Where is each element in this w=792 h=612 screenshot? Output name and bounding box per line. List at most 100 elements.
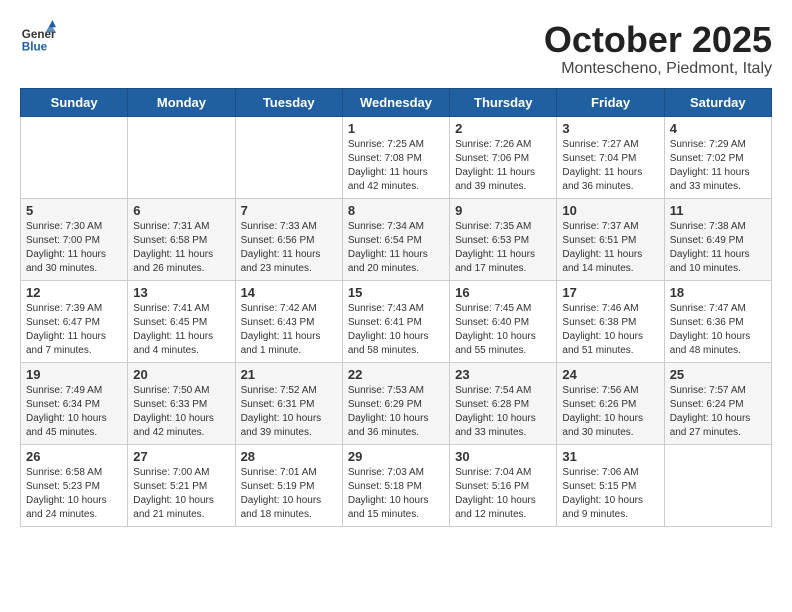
calendar-cell <box>21 116 128 198</box>
day-number: 13 <box>133 285 229 300</box>
day-info: Sunrise: 7:38 AM Sunset: 6:49 PM Dayligh… <box>670 220 766 276</box>
day-number: 30 <box>455 449 551 464</box>
calendar-cell: 2Sunrise: 7:26 AM Sunset: 7:06 PM Daylig… <box>450 116 557 198</box>
logo: General Blue <box>20 20 60 56</box>
calendar-week-row: 12 Sunrise: 7:39 AM Sunset: 6:47 PM Dayli… <box>21 280 772 362</box>
calendar-table: SundayMondayTuesdayWednesdayThursdayFrid… <box>20 88 772 527</box>
day-number: 22 <box>348 367 444 382</box>
calendar-cell: 29 Sunrise: 7:03 AM Sunset: 5:18 PM Dayli… <box>342 444 449 526</box>
day-info: Sunrise: 7:06 AM Sunset: 5:15 PM Dayligh… <box>562 466 658 522</box>
day-number: 27 <box>133 449 229 464</box>
day-info: Sunrise: 7:01 AM Sunset: 5:19 PM Dayligh… <box>241 466 337 522</box>
calendar-week-row: 5Sunrise: 7:30 AM Sunset: 7:00 PM Daylig… <box>21 198 772 280</box>
day-number: 15 <box>348 285 444 300</box>
day-info: Sunrise: 7:47 AM Sunset: 6:36 PM Dayligh… <box>670 302 766 358</box>
day-number: 29 <box>348 449 444 464</box>
day-number: 24 <box>562 367 658 382</box>
day-number: 7 <box>241 203 337 218</box>
day-header-tuesday: Tuesday <box>235 88 342 116</box>
day-info: Sunrise: 7:00 AM Sunset: 5:21 PM Dayligh… <box>133 466 229 522</box>
calendar-cell <box>128 116 235 198</box>
day-number: 9 <box>455 203 551 218</box>
day-info: Sunrise: 7:52 AM Sunset: 6:31 PM Dayligh… <box>241 384 337 440</box>
calendar-week-row: 19Sunrise: 7:49 AM Sunset: 6:34 PM Dayli… <box>21 362 772 444</box>
day-number: 5 <box>26 203 122 218</box>
day-header-thursday: Thursday <box>450 88 557 116</box>
calendar-cell: 7 Sunrise: 7:33 AM Sunset: 6:56 PM Daylig… <box>235 198 342 280</box>
calendar-cell: 10Sunrise: 7:37 AM Sunset: 6:51 PM Dayli… <box>557 198 664 280</box>
day-number: 18 <box>670 285 766 300</box>
day-number: 1 <box>348 121 444 136</box>
day-number: 17 <box>562 285 658 300</box>
day-info: Sunrise: 7:53 AM Sunset: 6:29 PM Dayligh… <box>348 384 444 440</box>
title-block: October 2025 Montescheno, Piedmont, Ital… <box>544 20 772 78</box>
calendar-cell: 25 Sunrise: 7:57 AM Sunset: 6:24 PM Dayli… <box>664 362 771 444</box>
calendar-cell: 4Sunrise: 7:29 AM Sunset: 7:02 PM Daylig… <box>664 116 771 198</box>
calendar-cell: 16 Sunrise: 7:45 AM Sunset: 6:40 PM Dayli… <box>450 280 557 362</box>
day-info: Sunrise: 7:49 AM Sunset: 6:34 PM Dayligh… <box>26 384 122 440</box>
logo-icon: General Blue <box>20 20 56 56</box>
calendar-cell: 17Sunrise: 7:46 AM Sunset: 6:38 PM Dayli… <box>557 280 664 362</box>
calendar-cell: 15 Sunrise: 7:43 AM Sunset: 6:41 PM Dayli… <box>342 280 449 362</box>
calendar-cell: 14Sunrise: 7:42 AM Sunset: 6:43 PM Dayli… <box>235 280 342 362</box>
day-info: Sunrise: 7:33 AM Sunset: 6:56 PM Dayligh… <box>241 220 337 276</box>
calendar-week-row: 1 Sunrise: 7:25 AM Sunset: 7:08 PM Daylig… <box>21 116 772 198</box>
calendar-cell: 12 Sunrise: 7:39 AM Sunset: 6:47 PM Dayli… <box>21 280 128 362</box>
day-number: 26 <box>26 449 122 464</box>
day-info: Sunrise: 7:04 AM Sunset: 5:16 PM Dayligh… <box>455 466 551 522</box>
calendar-cell: 28 Sunrise: 7:01 AM Sunset: 5:19 PM Dayli… <box>235 444 342 526</box>
calendar-cell: 5Sunrise: 7:30 AM Sunset: 7:00 PM Daylig… <box>21 198 128 280</box>
calendar-cell <box>235 116 342 198</box>
day-number: 25 <box>670 367 766 382</box>
day-header-wednesday: Wednesday <box>342 88 449 116</box>
day-info: Sunrise: 7:31 AM Sunset: 6:58 PM Dayligh… <box>133 220 229 276</box>
day-number: 10 <box>562 203 658 218</box>
day-number: 31 <box>562 449 658 464</box>
calendar-cell: 3 Sunrise: 7:27 AM Sunset: 7:04 PM Daylig… <box>557 116 664 198</box>
day-header-monday: Monday <box>128 88 235 116</box>
day-number: 28 <box>241 449 337 464</box>
day-info: Sunrise: 7:56 AM Sunset: 6:26 PM Dayligh… <box>562 384 658 440</box>
calendar-cell: 24 Sunrise: 7:56 AM Sunset: 6:26 PM Dayli… <box>557 362 664 444</box>
day-info: Sunrise: 7:50 AM Sunset: 6:33 PM Dayligh… <box>133 384 229 440</box>
day-info: Sunrise: 7:57 AM Sunset: 6:24 PM Dayligh… <box>670 384 766 440</box>
page-header: General Blue October 2025 Montescheno, P… <box>20 20 772 78</box>
day-number: 23 <box>455 367 551 382</box>
day-info: Sunrise: 7:26 AM Sunset: 7:06 PM Dayligh… <box>455 138 551 194</box>
day-number: 6 <box>133 203 229 218</box>
day-info: Sunrise: 7:54 AM Sunset: 6:28 PM Dayligh… <box>455 384 551 440</box>
svg-text:Blue: Blue <box>22 41 48 54</box>
calendar-cell: 18 Sunrise: 7:47 AM Sunset: 6:36 PM Dayli… <box>664 280 771 362</box>
calendar-cell: 27 Sunrise: 7:00 AM Sunset: 5:21 PM Dayli… <box>128 444 235 526</box>
calendar-cell: 9Sunrise: 7:35 AM Sunset: 6:53 PM Daylig… <box>450 198 557 280</box>
day-info: Sunrise: 7:45 AM Sunset: 6:40 PM Dayligh… <box>455 302 551 358</box>
day-number: 12 <box>26 285 122 300</box>
day-header-sunday: Sunday <box>21 88 128 116</box>
calendar-cell: 11 Sunrise: 7:38 AM Sunset: 6:49 PM Dayli… <box>664 198 771 280</box>
calendar-cell: 13 Sunrise: 7:41 AM Sunset: 6:45 PM Dayli… <box>128 280 235 362</box>
day-info: Sunrise: 7:39 AM Sunset: 6:47 PM Dayligh… <box>26 302 122 358</box>
day-number: 20 <box>133 367 229 382</box>
day-info: Sunrise: 7:34 AM Sunset: 6:54 PM Dayligh… <box>348 220 444 276</box>
day-number: 3 <box>562 121 658 136</box>
calendar-cell: 23 Sunrise: 7:54 AM Sunset: 6:28 PM Dayli… <box>450 362 557 444</box>
day-number: 8 <box>348 203 444 218</box>
calendar-cell: 26 Sunrise: 6:58 AM Sunset: 5:23 PM Dayli… <box>21 444 128 526</box>
calendar-cell: 31 Sunrise: 7:06 AM Sunset: 5:15 PM Dayli… <box>557 444 664 526</box>
day-info: Sunrise: 7:27 AM Sunset: 7:04 PM Dayligh… <box>562 138 658 194</box>
day-number: 11 <box>670 203 766 218</box>
calendar-cell: 19Sunrise: 7:49 AM Sunset: 6:34 PM Dayli… <box>21 362 128 444</box>
day-number: 16 <box>455 285 551 300</box>
header-row: SundayMondayTuesdayWednesdayThursdayFrid… <box>21 88 772 116</box>
calendar-cell: 6 Sunrise: 7:31 AM Sunset: 6:58 PM Daylig… <box>128 198 235 280</box>
day-info: Sunrise: 7:03 AM Sunset: 5:18 PM Dayligh… <box>348 466 444 522</box>
day-info: Sunrise: 7:41 AM Sunset: 6:45 PM Dayligh… <box>133 302 229 358</box>
day-info: Sunrise: 7:25 AM Sunset: 7:08 PM Dayligh… <box>348 138 444 194</box>
day-info: Sunrise: 7:43 AM Sunset: 6:41 PM Dayligh… <box>348 302 444 358</box>
day-header-saturday: Saturday <box>664 88 771 116</box>
day-info: Sunrise: 6:58 AM Sunset: 5:23 PM Dayligh… <box>26 466 122 522</box>
calendar-week-row: 26 Sunrise: 6:58 AM Sunset: 5:23 PM Dayli… <box>21 444 772 526</box>
day-number: 14 <box>241 285 337 300</box>
month-title: October 2025 <box>544 20 772 60</box>
calendar-cell: 21Sunrise: 7:52 AM Sunset: 6:31 PM Dayli… <box>235 362 342 444</box>
